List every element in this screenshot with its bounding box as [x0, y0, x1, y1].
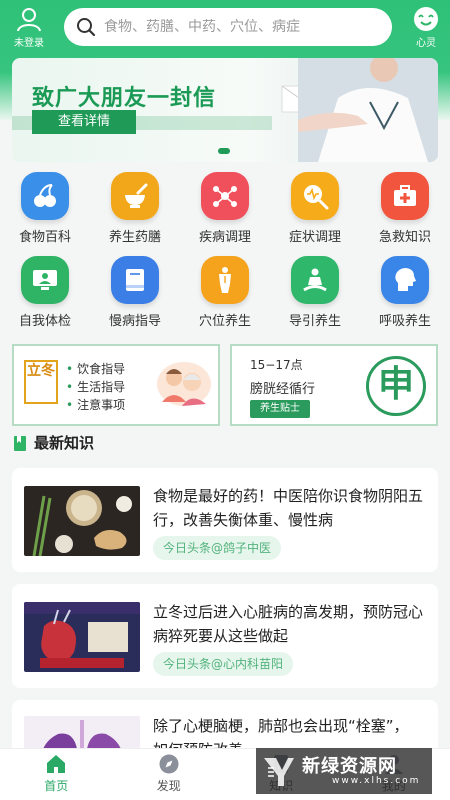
promo-cards: 立冬 饮食指导 生活指导 注意事项 15−17点 膀胱经循行 养生贴士 申 [12, 344, 438, 426]
category-label: 穴位养生 [198, 314, 251, 329]
category-food[interactable]: 食物百科 [0, 168, 90, 252]
category-acupoint[interactable]: 穴位养生 [180, 252, 270, 336]
news-title: 立冬过后进入心脏病的高发期，预防冠心病猝死要从这些做起 [153, 603, 424, 645]
category-label: 自我体检 [18, 314, 71, 329]
mood-label: 心灵 [416, 38, 436, 49]
promo-banner[interactable]: 致广大朋友一封信 查看详情 [12, 58, 438, 162]
tab-label: 首页 [44, 779, 69, 793]
tip-item: 注意事项 [66, 396, 125, 414]
compass-icon [159, 754, 179, 774]
meditation-icon [291, 256, 339, 304]
category-medicated-diet[interactable]: 养生药膳 [90, 168, 180, 252]
monitor-person-icon [21, 256, 69, 304]
category-disease[interactable]: 疾病调理 [180, 168, 270, 252]
user-avatar-icon [17, 8, 41, 32]
category-label: 导引养生 [288, 314, 341, 329]
tips-list: 饮食指导 生活指导 注意事项 [66, 360, 125, 414]
banner-title: 致广大朋友一封信 [32, 86, 217, 111]
tab-discover[interactable]: 发现 [113, 749, 226, 800]
section-title: 最新知识 [34, 434, 95, 452]
meridian-text: 膀胱经循行 [250, 382, 316, 397]
meridian-tag: 养生贴士 [250, 400, 310, 418]
meridian-time: 15−17点 [250, 358, 303, 372]
category-label: 症状调理 [288, 230, 341, 245]
category-label: 疾病调理 [198, 230, 251, 245]
watermark-title: 新绿资源网 [302, 756, 397, 777]
category-self-check[interactable]: 自我体检 [0, 252, 90, 336]
book-bookmark-icon [14, 435, 26, 451]
book-icon [111, 256, 159, 304]
news-item[interactable]: 食物是最好的药！中医陪你识食物阴阳五行，改善失衡体重、慢性病 今日头条@鸽子中医 [12, 468, 438, 572]
solar-term-card[interactable]: 立冬 饮食指导 生活指导 注意事项 [12, 344, 220, 426]
first-aid-kit-icon [381, 172, 429, 220]
category-chronic[interactable]: 慢病指导 [90, 252, 180, 336]
search-icon [77, 18, 96, 37]
watermark: 新绿资源网 www.xlhs.com [256, 748, 432, 794]
news-title: 食物是最好的药！中医陪你识食物阴阳五行，改善失衡体重、慢性病 [153, 487, 424, 529]
tab-label: 发现 [156, 779, 181, 793]
solar-term-seal: 立冬 [24, 360, 58, 404]
mortar-icon [111, 172, 159, 220]
login-label: 未登录 [14, 38, 44, 49]
watermark-logo [264, 758, 294, 786]
login-button[interactable]: 未登录 [8, 6, 50, 49]
category-symptom[interactable]: 症状调理 [270, 168, 360, 252]
news-source-tag: 今日头条@鸽子中医 [153, 536, 282, 560]
category-label: 呼吸养生 [378, 314, 431, 329]
doctor-illustration [298, 58, 438, 162]
category-label: 急救知识 [378, 230, 431, 245]
watermark-url: www.xlhs.com [332, 776, 421, 786]
news-source-tag: 今日头条@心内科苗阳 [153, 652, 294, 676]
section-header: 最新知识 [14, 432, 94, 453]
magnifier-pulse-icon [291, 172, 339, 220]
mood-button[interactable]: 心灵 [410, 6, 442, 49]
food-ginger-thumbnail [24, 486, 140, 556]
cherry-icon [21, 172, 69, 220]
family-illustration [157, 362, 211, 406]
meridian-card[interactable]: 15−17点 膀胱经循行 养生贴士 申 [230, 344, 438, 426]
category-grid: 食物百科 养生药膳 疾病调理 症状调理 急救知识 自我体检 慢病指导 穴位养生 … [0, 168, 450, 336]
category-first-aid[interactable]: 急救知识 [360, 168, 450, 252]
heart-anatomy-thumbnail [24, 602, 140, 672]
search-input[interactable] [104, 19, 374, 35]
category-label: 食物百科 [18, 230, 71, 245]
body-acupoint-icon [201, 256, 249, 304]
tip-item: 饮食指导 [66, 360, 125, 378]
home-icon [47, 755, 66, 773]
smiley-face-icon [414, 7, 438, 31]
head-profile-icon [381, 256, 429, 304]
category-label: 养生药膳 [108, 230, 161, 245]
category-guidance[interactable]: 导引养生 [270, 252, 360, 336]
molecule-icon [201, 172, 249, 220]
category-breathing[interactable]: 呼吸养生 [360, 252, 450, 336]
shichen-glyph: 申 [366, 356, 426, 416]
banner-detail-button[interactable]: 查看详情 [32, 110, 136, 134]
tab-home[interactable]: 首页 [0, 749, 113, 800]
news-item[interactable]: 立冬过后进入心脏病的高发期，预防冠心病猝死要从这些做起 今日头条@心内科苗阳 [12, 584, 438, 688]
search-bar[interactable] [64, 8, 392, 46]
category-label: 慢病指导 [108, 314, 161, 329]
carousel-indicator [218, 148, 230, 154]
tip-item: 生活指导 [66, 378, 125, 396]
